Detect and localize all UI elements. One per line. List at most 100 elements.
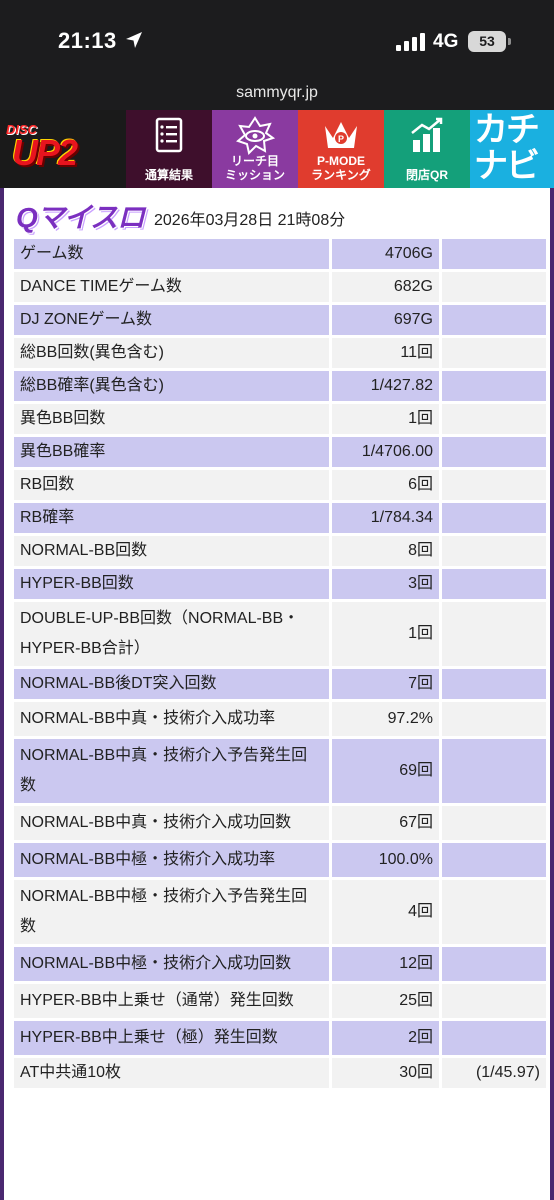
row-extra (439, 806, 546, 840)
table-row: NORMAL-BB回数 8回 (14, 536, 546, 566)
status-time: 21:13 (58, 28, 117, 53)
nav-reach-mission-button[interactable]: リーチ目 ミッション (212, 110, 298, 188)
row-value: 30回 (329, 1058, 439, 1088)
row-value: 25回 (329, 984, 439, 1018)
table-row: 異色BB確率 1/4706.00 (14, 437, 546, 467)
row-extra (439, 404, 546, 434)
nav-banner: DISC UP2 通算結果 リーチ目 ミッション P P-MODE ランキング … (0, 110, 554, 188)
row-label: NORMAL-BB中真・技術介入予告発生回数 (14, 739, 329, 803)
nav-pmode-ranking-button[interactable]: P P-MODE ランキング (298, 110, 384, 188)
table-row: 総BB確率(異色含む) 1/427.82 (14, 371, 546, 401)
nav-kachi-navi-button[interactable]: カチ ナビ (470, 110, 554, 188)
nav-results-button[interactable]: 通算結果 (126, 110, 212, 188)
row-label: 異色BB回数 (14, 404, 329, 434)
table-row: ゲーム数 4706G (14, 239, 546, 269)
row-extra (439, 702, 546, 736)
table-row: HYPER-BB回数 3回 (14, 569, 546, 599)
row-label: NORMAL-BB中極・技術介入成功率 (14, 843, 329, 877)
nav-results-label: 通算結果 (144, 168, 193, 182)
row-value: 682G (329, 272, 439, 302)
kachi-navi-logo: カチ ナビ (474, 111, 540, 185)
battery-indicator: 53 (468, 31, 506, 52)
row-extra (439, 305, 546, 335)
row-label: 総BB回数(異色含む) (14, 338, 329, 368)
row-label: HYPER-BB中上乗せ（極）発生回数 (14, 1021, 329, 1055)
row-value: 100.0% (329, 843, 439, 877)
row-extra (439, 669, 546, 699)
table-row: DJ ZONEゲーム数 697G (14, 305, 546, 335)
row-value: 11回 (329, 338, 439, 368)
row-label: NORMAL-BB中真・技術介入成功回数 (14, 806, 329, 840)
row-extra (439, 947, 546, 981)
row-label: RB確率 (14, 503, 329, 533)
table-row: DOUBLE-UP-BB回数（NORMAL-BB・HYPER-BB合計） 1回 (14, 602, 546, 666)
row-value: 1/4706.00 (329, 437, 439, 467)
row-extra (439, 843, 546, 877)
row-label: DOUBLE-UP-BB回数（NORMAL-BB・HYPER-BB合計） (14, 602, 329, 666)
row-value: 3回 (329, 569, 439, 599)
table-row: NORMAL-BB中真・技術介入成功率 97.2% (14, 702, 546, 736)
table-row: AT中共通10枚 30回 (1/45.97) (14, 1058, 546, 1088)
row-extra (439, 569, 546, 599)
table-row: NORMAL-BB後DT突入回数 7回 (14, 669, 546, 699)
row-extra (439, 239, 546, 269)
eye-emblem-icon (236, 116, 275, 155)
row-label: NORMAL-BB回数 (14, 536, 329, 566)
row-extra (439, 338, 546, 368)
row-value: 1回 (329, 602, 439, 666)
row-extra (439, 437, 546, 467)
row-value: 6回 (329, 470, 439, 500)
network-type: 4G (433, 31, 459, 52)
table-row: NORMAL-BB中極・技術介入予告発生回数 4回 (14, 880, 546, 944)
row-value: 4回 (329, 880, 439, 944)
row-label: NORMAL-BB後DT突入回数 (14, 669, 329, 699)
table-row: HYPER-BB中上乗せ（極）発生回数 2回 (14, 1021, 546, 1055)
table-row: NORMAL-BB中極・技術介入成功率 100.0% (14, 843, 546, 877)
row-label: NORMAL-BB中極・技術介入成功回数 (14, 947, 329, 981)
table-row: DANCE TIMEゲーム数 682G (14, 272, 546, 302)
stats-table: ゲーム数 4706G DANCE TIMEゲーム数 682G DJ ZONEゲーム数 69… (14, 236, 546, 1091)
row-value: 697G (329, 305, 439, 335)
nav-reach-label: リーチ目 ミッション (224, 154, 285, 182)
row-extra (439, 984, 546, 1018)
row-label: 異色BB確率 (14, 437, 329, 467)
record-datetime: 2026年03月28日 21時08分 (154, 212, 346, 229)
row-extra (439, 602, 546, 666)
row-label: AT中共通10枚 (14, 1058, 329, 1088)
row-extra (439, 503, 546, 533)
logo-main-text: UP2 (12, 132, 78, 173)
row-extra (439, 880, 546, 944)
row-label: DANCE TIMEゲーム数 (14, 272, 329, 302)
svg-text:P: P (338, 134, 344, 144)
url-bar[interactable]: sammyqr.jp (0, 82, 554, 110)
row-label: HYPER-BB回数 (14, 569, 329, 599)
row-label: DJ ZONEゲーム数 (14, 305, 329, 335)
row-value: 67回 (329, 806, 439, 840)
row-extra (439, 371, 546, 401)
table-row: RB回数 6回 (14, 470, 546, 500)
data-header: Qマイスロ 2026年03月28日 21時08分 (12, 196, 542, 236)
row-label: 総BB確率(異色含む) (14, 371, 329, 401)
table-row: 総BB回数(異色含む) 11回 (14, 338, 546, 368)
row-value: 69回 (329, 739, 439, 803)
row-extra (439, 470, 546, 500)
battery-tip (508, 38, 511, 45)
row-label: HYPER-BB中上乗せ（通常）発生回数 (14, 984, 329, 1018)
row-extra (439, 536, 546, 566)
row-label: NORMAL-BB中真・技術介入成功率 (14, 702, 329, 736)
row-value: 1回 (329, 404, 439, 434)
crown-icon: P (325, 122, 357, 148)
disc-up2-logo[interactable]: DISC UP2 (0, 110, 126, 188)
content-frame: Qマイスロ 2026年03月28日 21時08分 ゲーム数 4706G DANCE … (0, 188, 554, 1200)
signal-bars-icon (396, 33, 425, 51)
nav-close-qr-label: 閉店QR (405, 168, 448, 182)
status-bar: 21:13 4G 53 (0, 0, 554, 82)
table-row: NORMAL-BB中極・技術介入成功回数 12回 (14, 947, 546, 981)
row-extra (439, 1021, 546, 1055)
row-extra (439, 739, 546, 803)
list-document-icon (155, 117, 183, 153)
row-value: 1/427.82 (329, 371, 439, 401)
nav-close-qr-button[interactable]: 閉店QR (384, 110, 470, 188)
nav-pmode-label: P-MODE ランキング (311, 154, 371, 182)
bar-chart-icon (411, 117, 443, 152)
